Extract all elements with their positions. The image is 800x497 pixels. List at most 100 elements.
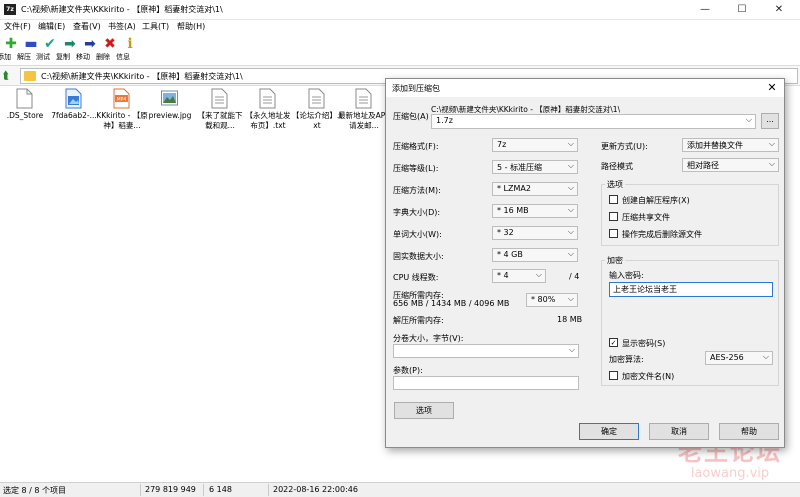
split-size-combo[interactable]: ⌵ bbox=[393, 344, 579, 358]
ok-button[interactable]: 确定 bbox=[579, 423, 639, 440]
checkbox-label: 显示密码(S) bbox=[622, 339, 666, 348]
file-item[interactable]: 最新地址及APP请发邮... bbox=[338, 86, 390, 136]
chevron-down-icon: ⌵ bbox=[567, 227, 574, 236]
add-label: 添加 bbox=[0, 53, 11, 61]
chevron-down-icon: ⌵ bbox=[768, 139, 775, 148]
cpu-value: * 4 bbox=[497, 271, 509, 280]
cancel-button[interactable]: 取消 bbox=[649, 423, 709, 440]
maximize-button[interactable]: ☐ bbox=[727, 0, 757, 20]
menu-bar: 文件(F) 编辑(E) 查看(V) 书签(A) 工具(T) 帮助(H) bbox=[0, 20, 800, 34]
dict-combo[interactable]: * 16 MB ⌵ bbox=[492, 204, 578, 218]
status-size: 279 819 949 bbox=[145, 485, 196, 494]
checkbox-label: 创建自解压程序(X) bbox=[622, 196, 690, 205]
solid-value: * 4 GB bbox=[497, 250, 523, 259]
dialog-title: 添加到压缩包 bbox=[392, 84, 440, 93]
text-file-icon bbox=[308, 88, 325, 109]
info-icon: i bbox=[127, 36, 133, 52]
move-icon: ➡ bbox=[84, 36, 96, 52]
mem-percent-combo[interactable]: * 80% ⌵ bbox=[526, 293, 578, 307]
chevron-down-icon: ⌵ bbox=[762, 352, 769, 361]
chevron-down-icon: ⌵ bbox=[567, 205, 574, 214]
image-file-icon bbox=[65, 88, 82, 109]
mem-decomp-label: 解压所需内存: bbox=[393, 316, 444, 325]
close-button[interactable]: ✕ bbox=[764, 0, 794, 20]
encryption-method-label: 加密算法: bbox=[609, 355, 644, 364]
params-input[interactable] bbox=[393, 376, 579, 390]
delete-icon: ✖ bbox=[104, 36, 116, 52]
encryption-method-combo[interactable]: AES-256 ⌵ bbox=[705, 351, 773, 365]
dict-label: 字典大小(D): bbox=[393, 208, 441, 217]
chevron-down-icon: ⌵ bbox=[567, 183, 574, 192]
file-item[interactable]: 【永久地址发布页】.txt bbox=[244, 86, 292, 136]
format-label: 压缩格式(F): bbox=[393, 142, 439, 151]
dialog-close-button[interactable]: ✕ bbox=[764, 80, 780, 96]
menu-help[interactable]: 帮助(H) bbox=[177, 21, 205, 32]
password-value: 上老王论坛当老王 bbox=[613, 285, 677, 294]
status-selected: 选定 8 / 8 个项目 bbox=[3, 486, 67, 495]
method-combo[interactable]: * LZMA2 ⌵ bbox=[492, 182, 578, 196]
update-mode-combo[interactable]: 添加并替换文件 ⌵ bbox=[682, 138, 779, 152]
up-folder-icon[interactable]: ⮬ bbox=[3, 69, 15, 82]
extract-label: 解压 bbox=[17, 53, 31, 61]
checkbox-box bbox=[609, 195, 618, 204]
checkbox-label: 加密文件名(N) bbox=[622, 372, 675, 381]
split-label: 分卷大小，字节(V): bbox=[393, 334, 464, 343]
toolbar: ✚ 添加 ▬ 解压 ✔ 测试 ➡ 复制 ➡ 移动 ✖ 删除 i 信息 bbox=[0, 34, 800, 66]
file-name: 7fda6ab2-... bbox=[51, 111, 97, 120]
file-icon bbox=[16, 88, 33, 109]
file-item[interactable]: 7fda6ab2-... bbox=[50, 86, 98, 136]
chevron-down-icon: ⌵ bbox=[567, 161, 574, 170]
add-to-archive-dialog: 添加到压缩包 ✕ 压缩包(A) C:\视频\新建文件夹\KKkirito - 【… bbox=[385, 78, 785, 448]
update-mode-label: 更新方式(U): bbox=[601, 142, 648, 151]
folder-icon bbox=[24, 71, 36, 81]
chevron-down-icon: ⌵ bbox=[535, 270, 542, 279]
browse-button[interactable]: ... bbox=[761, 113, 779, 129]
file-name: KKkirito - 【原神】稻妻... bbox=[96, 111, 148, 130]
file-name: 最新地址及APP请发邮... bbox=[338, 111, 390, 130]
status-modified: 2022-08-16 22:00:46 bbox=[273, 485, 358, 494]
file-item[interactable]: MP4 KKkirito - 【原神】稻妻... bbox=[96, 86, 148, 136]
path-mode-combo[interactable]: 相对路径 ⌵ bbox=[682, 158, 779, 172]
archive-label: 压缩包(A) bbox=[393, 112, 429, 121]
menu-bookmarks[interactable]: 书签(A) bbox=[108, 21, 136, 32]
text-file-icon bbox=[259, 88, 276, 109]
file-item[interactable]: 【来了就能下载和观... bbox=[196, 86, 244, 136]
delete-label: 删除 bbox=[96, 53, 110, 61]
encryption-group-title: 加密 bbox=[605, 255, 625, 266]
chevron-down-icon: ⌵ bbox=[567, 294, 574, 303]
solid-combo[interactable]: * 4 GB ⌵ bbox=[492, 248, 578, 262]
menu-edit[interactable]: 编辑(E) bbox=[38, 21, 65, 32]
level-value: 5 - 标准压缩 bbox=[497, 163, 543, 172]
menu-file[interactable]: 文件(F) bbox=[4, 21, 31, 32]
move-label: 移动 bbox=[76, 53, 90, 61]
cpu-combo[interactable]: * 4 ⌵ bbox=[492, 269, 546, 283]
method-label: 压缩方法(M): bbox=[393, 186, 441, 195]
copy-icon: ➡ bbox=[64, 36, 76, 52]
file-item[interactable]: preview.jpg bbox=[146, 86, 194, 136]
watermark-url: laowang.vip bbox=[690, 466, 770, 481]
word-combo[interactable]: * 32 ⌵ bbox=[492, 226, 578, 240]
extract-icon: ▬ bbox=[24, 36, 38, 52]
archive-name-combo[interactable]: 1.7z ⌵ bbox=[431, 114, 756, 129]
cpu-total: / 4 bbox=[569, 272, 580, 281]
cpu-label: CPU 线程数: bbox=[393, 273, 439, 282]
minimize-button[interactable]: — bbox=[690, 0, 720, 20]
help-button[interactable]: 帮助 bbox=[719, 423, 779, 440]
word-value: * 32 bbox=[497, 228, 514, 237]
checkbox-box bbox=[609, 371, 618, 380]
format-combo[interactable]: 7z ⌵ bbox=[492, 138, 578, 152]
chevron-down-icon: ⌵ bbox=[568, 345, 575, 354]
checkbox-label: 操作完成后删除源文件 bbox=[622, 230, 702, 239]
menu-tools[interactable]: 工具(T) bbox=[142, 21, 169, 32]
level-label: 压缩等级(L): bbox=[393, 164, 439, 173]
info-button[interactable]: i 信息 bbox=[116, 36, 140, 64]
file-item[interactable]: 【论坛介绍】.txt bbox=[292, 86, 342, 136]
menu-view[interactable]: 查看(V) bbox=[73, 21, 101, 32]
options-button[interactable]: 选项 bbox=[394, 402, 454, 419]
status-divider bbox=[268, 484, 269, 496]
password-input[interactable]: 上老王论坛当老王 bbox=[609, 282, 773, 297]
path-mode-value: 相对路径 bbox=[687, 161, 719, 170]
file-item[interactable]: .DS_Store bbox=[1, 86, 49, 136]
solid-label: 固实数据大小: bbox=[393, 252, 444, 261]
level-combo[interactable]: 5 - 标准压缩 ⌵ bbox=[492, 160, 578, 174]
